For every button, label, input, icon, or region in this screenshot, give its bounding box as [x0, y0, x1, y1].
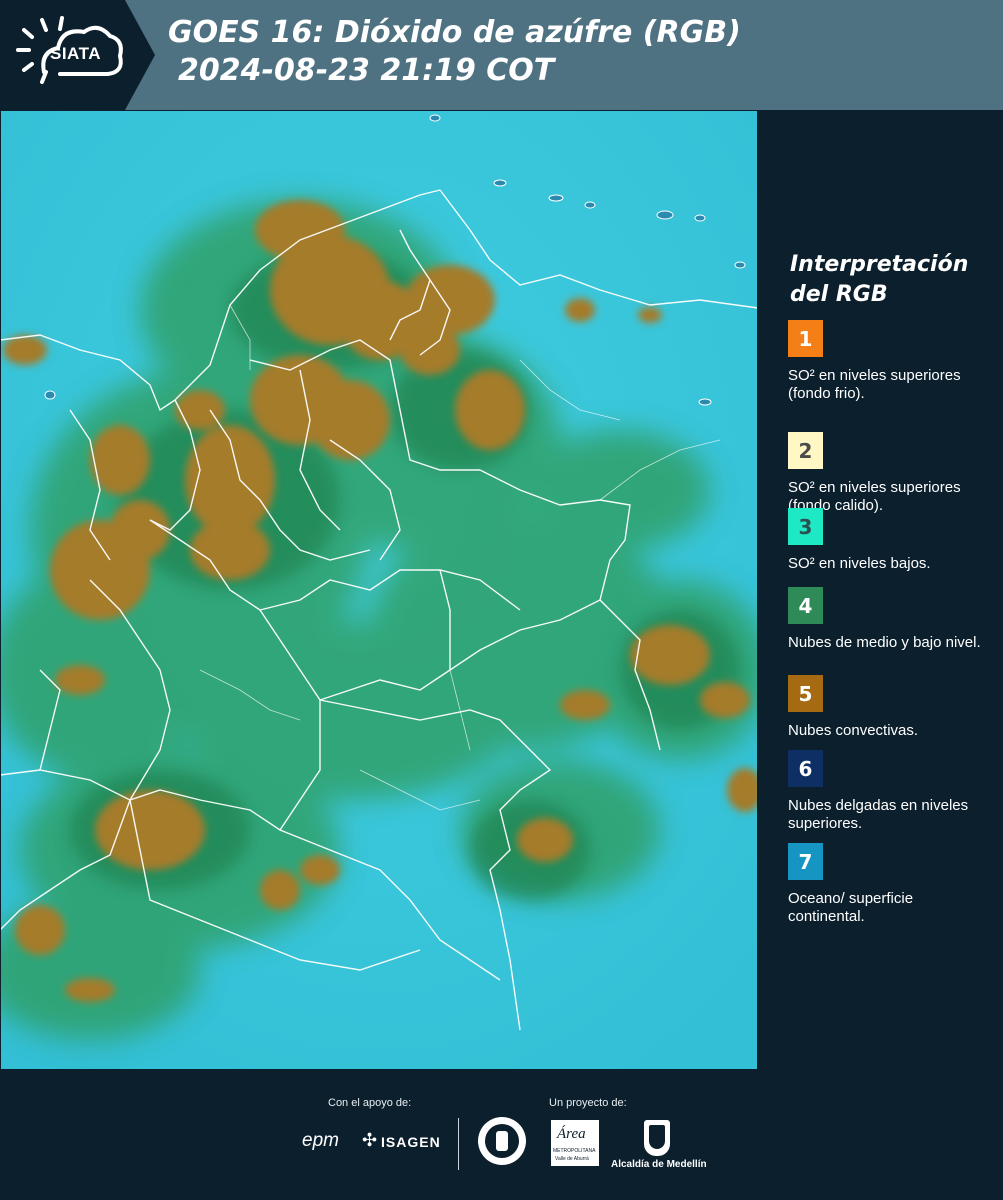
legend-item-2: 2 SO² en niveles superiores (fondo calido…: [788, 432, 988, 515]
legend-item-4: 4 Nubes de medio y bajo nivel.: [788, 587, 988, 652]
legend-swatch: 7: [788, 843, 823, 880]
legend-panel: Interpretación del RGB 1 SO² en niveles s…: [762, 110, 1003, 1070]
area-logo-sub: METROPOLITANA: [553, 1148, 596, 1154]
area-logo-sub2: Valle de Aburrá: [555, 1156, 589, 1162]
legend-description: Nubes de medio y bajo nivel.: [788, 634, 981, 651]
title-timestamp: 2024-08-23 21:19 COT: [178, 53, 555, 88]
isagen-icon: ✣: [362, 1130, 378, 1150]
legend-description: SO² en niveles bajos.: [788, 555, 931, 572]
legend-description: Oceano/ superficie continental.: [788, 890, 914, 925]
legend-swatch: 5: [788, 675, 823, 712]
alcaldia-logo-text: Alcaldía de Medellín: [611, 1159, 707, 1170]
epm-logo: epm: [302, 1130, 339, 1151]
legend-swatch: 1: [788, 320, 823, 357]
legend-item-1: 1 SO² en niveles superiores (fondo frio).: [788, 320, 988, 403]
header-bar: SIATA GOES 16: Dióxido de azúfre (RGB) 2…: [0, 0, 1003, 110]
footer-divider: [458, 1118, 459, 1170]
siata-logo-text: SIATA: [50, 44, 101, 63]
legend-swatch: 4: [788, 587, 823, 624]
page-title: GOES 16: Dióxido de azúfre (RGB) 2024-08…: [168, 14, 741, 90]
isagen-logo: ISAGEN: [381, 1134, 441, 1150]
title-product: GOES 16: Dióxido de azúfre (RGB): [168, 15, 741, 50]
legend-swatch: 2: [788, 432, 823, 469]
legend-item-3: 3 SO² en niveles bajos.: [788, 508, 988, 573]
legend-title-line1: Interpretación: [790, 252, 969, 277]
legend-title-line2: del RGB: [790, 282, 888, 307]
siata-logo: SIATA: [0, 0, 155, 110]
area-logo-text: Área: [557, 1126, 586, 1142]
area-metropolitana-logo: Área METROPOLITANA Valle de Aburrá: [551, 1120, 599, 1166]
legend-swatch: 6: [788, 750, 823, 787]
footer: Con el apoyo de: Un proyecto de: epm ✣ I…: [0, 1070, 1003, 1200]
legend-description: Nubes convectivas.: [788, 722, 919, 739]
alcaldia-shield-icon: [644, 1120, 670, 1156]
legend-title: Interpretación del RGB: [790, 250, 968, 310]
support-label: Con el apoyo de:: [328, 1097, 412, 1109]
legend-item-5: 5 Nubes convectivas.: [788, 675, 988, 740]
legend-description: Nubes delgadas en niveles superiores.: [788, 797, 969, 832]
legend-description: SO² en niveles superiores (fondo frio).: [788, 367, 961, 402]
legend-item-7: 7 Oceano/ superficie continental.: [788, 843, 988, 926]
medellin-seal-icon: [478, 1117, 526, 1165]
satellite-image: [0, 110, 758, 1070]
legend-swatch: 3: [788, 508, 823, 545]
legend-item-6: 6 Nubes delgadas en niveles superiores.: [788, 750, 988, 833]
project-label: Un proyecto de:: [549, 1097, 627, 1109]
